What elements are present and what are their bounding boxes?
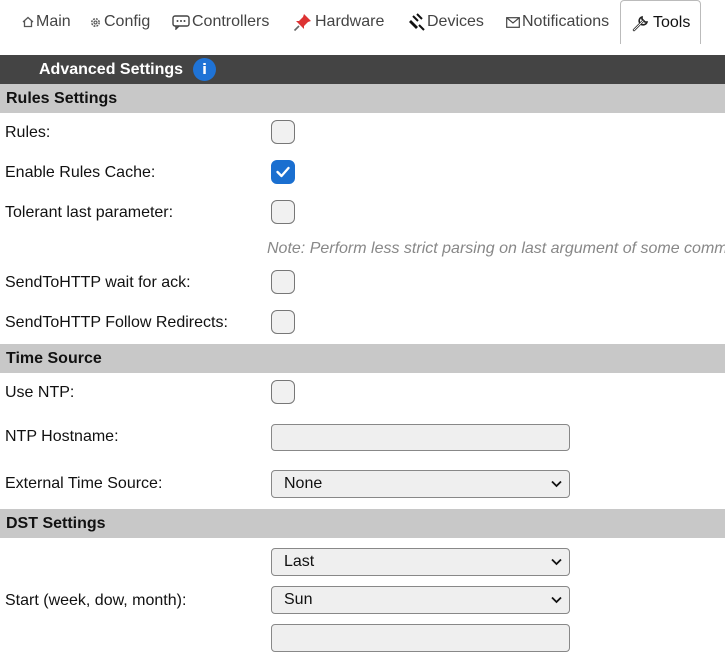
tab-config[interactable]: Config bbox=[89, 0, 150, 44]
checkmark-icon bbox=[276, 166, 290, 178]
tolerant-note: Note: Perform less strict parsing on las… bbox=[267, 240, 725, 257]
tab-hardware[interactable]: Hardware bbox=[293, 0, 384, 44]
plug-icon bbox=[407, 13, 425, 31]
sendtohttp-redirects-checkbox[interactable] bbox=[271, 310, 295, 334]
group-title: DST Settings bbox=[6, 514, 106, 532]
tab-label: Controllers bbox=[192, 13, 270, 30]
use-ntp-label: Use NTP: bbox=[5, 384, 75, 401]
group-header-dst: DST Settings bbox=[0, 509, 725, 538]
tab-bar: Main Config Controllers Hardware Devices… bbox=[0, 0, 725, 44]
tab-notifications[interactable]: Notifications bbox=[506, 0, 609, 44]
tab-label: Devices bbox=[427, 13, 484, 30]
tab-tools[interactable]: Tools bbox=[620, 0, 702, 44]
dst-start-month-select[interactable] bbox=[271, 624, 570, 652]
tolerant-label: Tolerant last parameter: bbox=[5, 204, 174, 221]
sendtohttp-ack-checkbox[interactable] bbox=[271, 270, 295, 294]
external-time-source-select[interactable]: None bbox=[271, 470, 570, 498]
dst-start-dow-select[interactable]: Sun bbox=[271, 586, 570, 614]
group-title: Rules Settings bbox=[6, 89, 118, 107]
tab-label: Main bbox=[36, 13, 71, 30]
select-value: Sun bbox=[284, 591, 313, 608]
gear-icon bbox=[89, 16, 102, 29]
chat-icon bbox=[172, 14, 190, 30]
wrench-icon bbox=[631, 13, 651, 33]
page-title: Advanced Settings bbox=[39, 60, 184, 78]
tab-devices[interactable]: Devices bbox=[407, 0, 484, 44]
chevron-down-icon bbox=[551, 596, 562, 604]
rules-cache-checkbox[interactable] bbox=[271, 160, 295, 184]
select-value: None bbox=[284, 475, 323, 492]
tab-label: Notifications bbox=[522, 13, 610, 30]
page-header: Advanced Settings i bbox=[0, 55, 725, 84]
tab-label: Hardware bbox=[315, 13, 385, 30]
group-header-rules: Rules Settings bbox=[0, 84, 725, 113]
select-value: Last bbox=[284, 553, 315, 570]
external-time-source-label: External Time Source: bbox=[5, 475, 163, 492]
pushpin-icon bbox=[293, 12, 313, 32]
ntp-hostname-label: NTP Hostname: bbox=[5, 428, 119, 445]
use-ntp-checkbox[interactable] bbox=[271, 380, 295, 404]
sendtohttp-redirects-label: SendToHTTP Follow Redirects: bbox=[5, 314, 228, 331]
tab-controllers[interactable]: Controllers bbox=[172, 0, 269, 44]
ntp-hostname-input[interactable] bbox=[271, 424, 570, 451]
rules-label: Rules: bbox=[5, 124, 51, 141]
chevron-down-icon bbox=[551, 558, 562, 566]
chevron-down-icon bbox=[551, 480, 562, 488]
envelope-icon bbox=[506, 16, 520, 28]
tab-label: Tools bbox=[653, 13, 691, 31]
dst-start-label: Start (week, dow, month): bbox=[5, 592, 187, 609]
tolerant-checkbox[interactable] bbox=[271, 200, 295, 224]
home-icon bbox=[22, 16, 34, 28]
tab-main[interactable]: Main bbox=[22, 0, 71, 44]
sendtohttp-ack-label: SendToHTTP wait for ack: bbox=[5, 274, 191, 291]
dst-start-week-select[interactable]: Last bbox=[271, 548, 570, 576]
group-header-time-source: Time Source bbox=[0, 344, 725, 373]
tab-label: Config bbox=[104, 13, 151, 30]
rules-checkbox[interactable] bbox=[271, 120, 295, 144]
rules-cache-label: Enable Rules Cache: bbox=[5, 164, 156, 181]
group-title: Time Source bbox=[6, 349, 102, 367]
info-icon[interactable]: i bbox=[193, 58, 217, 81]
